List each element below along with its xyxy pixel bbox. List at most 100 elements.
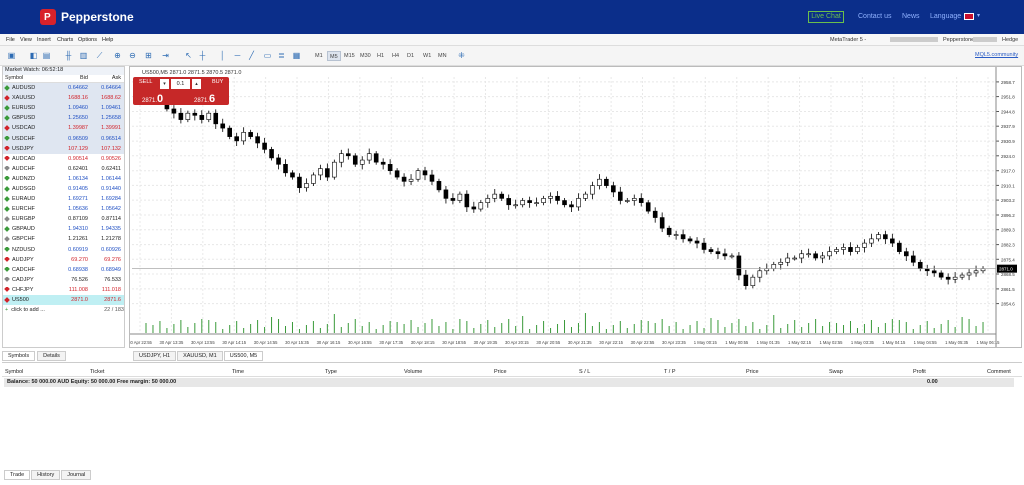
market-watch-row[interactable]: AUDSGD 0.91405 0.91440 [3,184,124,194]
col-ticket[interactable]: Ticket [90,369,104,375]
line-chart-icon[interactable]: ⟋ [94,50,105,61]
market-watch-row[interactable]: AUDCHF 0.62401 0.62411 [3,164,124,174]
sell-price[interactable]: 2871.0 [142,93,163,105]
market-watch-row[interactable]: EURUSD 1.09460 1.09461 [3,103,124,114]
shapes-icon[interactable]: ▦ [291,50,302,61]
sell-button[interactable]: SELL [139,79,152,85]
market-watch-row[interactable]: EURAUD 1.69271 1.69284 [3,194,124,204]
col-swap[interactable]: Swap [829,369,843,375]
tf-d1[interactable]: D1 [405,51,416,61]
trendline-icon[interactable]: ╱ [246,50,257,61]
live-chat-button[interactable]: Live Chat [808,11,844,23]
uk-flag-icon[interactable] [964,13,974,20]
balance-row[interactable]: Balance: 50 000.00 AUD Equity: 50 000.00… [4,378,1014,387]
tf-m5[interactable]: M5 [327,51,341,61]
chevron-down-icon[interactable]: ▾ [977,12,980,19]
tf-mn[interactable]: MN [436,51,449,61]
tf-w1[interactable]: W1 [421,51,433,61]
tf-h1[interactable]: H1 [375,51,386,61]
market-watch-row[interactable]: AUDUSD 0.64662 0.64664 [3,83,124,94]
col-price[interactable]: Price [494,369,507,375]
chart-tab-xauusd[interactable]: XAUUSD, M1 [177,351,223,361]
volume-up-button[interactable]: ▴ [192,79,201,89]
candle-body [736,255,742,276]
market-watch-row[interactable]: USDJPY 107.129 107.132 [3,143,124,154]
save-icon[interactable]: ▤ [41,50,52,61]
market-watch-row[interactable]: US500 2871.0 2871.6 [3,294,124,306]
tab-trade[interactable]: Trade [4,470,31,480]
col-type[interactable]: Type [325,369,337,375]
menu-charts[interactable]: Charts [57,37,73,43]
col-price-current[interactable]: Price [746,369,759,375]
candle-chart-icon[interactable]: ▥ [78,50,89,61]
text-icon[interactable]: ▭ [262,50,273,61]
market-watch-row[interactable]: XAUUSD 1688.16 1688.62 [3,93,124,104]
market-watch-row[interactable]: AUDCAD 0.90514 0.90526 [3,154,124,164]
market-watch-row[interactable]: CHFJPY 111.008 111.018 [3,285,124,295]
col-comment[interactable]: Comment [987,369,1011,375]
col-profit[interactable]: Profit [913,369,926,375]
market-watch-row[interactable]: USDCHF 0.96509 0.96514 [3,133,124,144]
col-symbol[interactable]: Symbol [3,75,53,82]
menu-options[interactable]: Options [78,37,97,43]
new-order-icon[interactable]: ◧ [28,50,39,61]
col-bid[interactable]: Bid [53,75,88,82]
period-separator-icon[interactable]: ⁜ [456,50,467,61]
crosshair-icon[interactable]: ┼ [197,50,208,61]
col-volume[interactable]: Volume [404,369,422,375]
market-watch-row[interactable]: GBPUSD 1.25650 1.25658 [3,113,124,124]
autoscroll-icon[interactable]: ⇥ [160,50,171,61]
menu-view[interactable]: View [20,37,32,43]
horizontal-line-icon[interactable]: ─ [232,50,243,61]
zoom-out-icon[interactable]: ⊖ [127,50,138,61]
buy-price[interactable]: 2871.6 [194,93,215,105]
buy-button[interactable]: BUY [212,79,223,85]
tf-m30[interactable]: M30 [358,51,373,61]
tab-journal[interactable]: Journal [61,470,92,480]
menu-insert[interactable]: Insert [37,37,51,43]
mql5-community-link[interactable]: MQL5.community [975,52,1018,58]
col-time[interactable]: Time [232,369,244,375]
col-sl[interactable]: S / L [579,369,590,375]
candlestick-chart[interactable]: 30 Apr 22:55 30 Apr 13:35 30 Apr 13:55 30 A… [130,67,1021,347]
menu-file[interactable]: File [6,37,15,43]
market-watch-row[interactable]: CADCHF 0.68938 0.68949 [3,265,124,275]
col-symbol[interactable]: Symbol [5,369,23,375]
tab-symbols[interactable]: Symbols [2,351,36,361]
cursor-icon[interactable]: ↖ [183,50,194,61]
brand-logo-icon[interactable]: P [40,9,56,25]
tf-m15[interactable]: M15 [342,51,357,61]
chart-window[interactable]: 30 Apr 22:55 30 Apr 13:35 30 Apr 13:55 30 A… [129,66,1022,348]
market-watch-row[interactable]: USDCAD 1.39987 1.39991 [3,123,124,134]
tf-m1[interactable]: M1 [313,51,325,61]
news-link[interactable]: News [902,13,920,20]
market-watch-row[interactable]: EURCHF 1.05636 1.05642 [3,204,124,214]
tab-details[interactable]: Details [37,351,66,361]
add-symbol-row[interactable]: + click to add ... 22 / 183 [3,305,124,315]
col-ask[interactable]: Ask [88,75,123,82]
market-watch-row[interactable]: AUDJPY 69.270 69.276 [3,255,124,265]
zoom-in-icon[interactable]: ⊕ [112,50,123,61]
tab-history[interactable]: History [31,470,61,480]
contact-link[interactable]: Contact us [858,13,891,20]
new-chart-icon[interactable]: ▣ [6,50,17,61]
grid-icon[interactable]: ⊞ [143,50,154,61]
brand-name[interactable]: Pepperstone [61,10,134,24]
vertical-line-icon[interactable]: │ [217,50,228,61]
col-tp[interactable]: T / P [664,369,676,375]
language-link[interactable]: Language [930,13,961,20]
market-watch-row[interactable]: CADJPY 76.526 76.533 [3,275,124,285]
menu-help[interactable]: Help [102,37,113,43]
chart-tab-usdjpy[interactable]: USDJPY, H1 [133,351,177,361]
market-watch-row[interactable]: NZDUSD 0.60919 0.60926 [3,245,124,255]
bar-chart-icon[interactable]: ╫ [63,50,74,61]
tf-h4[interactable]: H4 [390,51,401,61]
volume-input[interactable]: 0.1 [171,79,190,89]
volume-down-button[interactable]: ▾ [160,79,169,89]
market-watch-row[interactable]: GBPCHF 1.21261 1.21278 [3,234,124,244]
market-watch-row[interactable]: EURGBP 0.87109 0.87114 [3,214,124,224]
chart-tab-us500[interactable]: US500, M5 [223,351,264,361]
fibonacci-icon[interactable]: ≣ [276,50,287,61]
market-watch-row[interactable]: GBPAUD 1.94310 1.94335 [3,224,124,234]
market-watch-row[interactable]: AUDNZD 1.06134 1.06144 [3,174,124,184]
